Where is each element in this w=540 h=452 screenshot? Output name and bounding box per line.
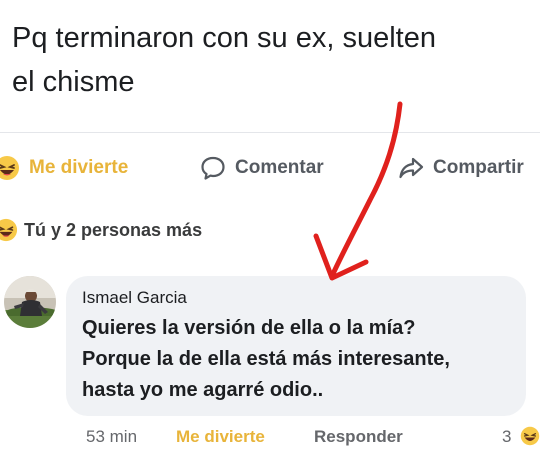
share-icon <box>398 155 424 181</box>
reply-button[interactable]: Responder <box>314 427 403 447</box>
avatar[interactable] <box>4 276 56 328</box>
comment-line-2: Porque la de ella está más interesante, <box>82 348 450 370</box>
comment-icon <box>200 155 226 181</box>
comment-reaction-count[interactable]: 3 <box>502 427 511 447</box>
comment-meta: 53 min Me divierte Responder 3 <box>0 424 540 452</box>
comment-line-3: hasta yo me agarré odio.. <box>82 379 324 401</box>
comment-label: Comentar <box>235 157 324 178</box>
reaction-summary[interactable]: Tú y 2 personas más <box>0 214 202 246</box>
reaction-summary-text: Tú y 2 personas más <box>24 219 203 240</box>
comment-timestamp[interactable]: 53 min <box>86 427 137 447</box>
haha-emoji-icon <box>520 426 540 451</box>
haha-emoji-icon <box>0 218 18 242</box>
haha-emoji-icon <box>0 155 20 181</box>
post-text-line-1: Pq terminaron con su ex, suelten <box>12 22 436 54</box>
react-button[interactable]: Me divierte <box>0 148 128 188</box>
share-button[interactable]: Compartir <box>398 148 524 188</box>
divider <box>0 132 540 133</box>
post-text: Pq terminaron con su ex, suelten el chis… <box>12 16 532 104</box>
post-action-bar: Me divierte Comentar Compartir <box>0 148 540 188</box>
share-label: Compartir <box>433 157 524 178</box>
comment-text: Quieres la versión de ella o la mía? Por… <box>82 313 522 406</box>
comment-author[interactable]: Ismael Garcia <box>82 288 187 308</box>
comment-react-button[interactable]: Me divierte <box>176 427 265 447</box>
post-text-line-2: el chisme <box>12 66 135 98</box>
comment-button[interactable]: Comentar <box>200 148 324 188</box>
react-label: Me divierte <box>29 157 129 178</box>
comment-line-1: Quieres la versión de ella o la mía? <box>82 317 416 339</box>
